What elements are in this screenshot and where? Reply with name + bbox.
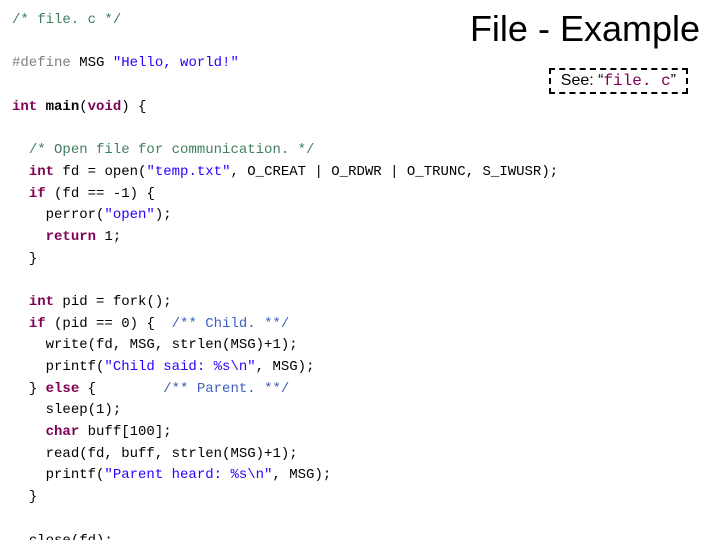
else-post: { <box>79 381 163 397</box>
kw-if-pid: if <box>29 316 46 332</box>
slide: File - Example See: “file. c” /* file. c… <box>0 0 720 540</box>
sleep-call: sleep(1); <box>46 402 122 418</box>
code-block: /* file. c */ #define MSG "Hello, world!… <box>12 10 558 540</box>
kw-int-pid: int <box>29 294 54 310</box>
comment-open-file: /* Open file for communication. */ <box>29 142 315 158</box>
kw-if-fd: if <box>29 186 46 202</box>
see-filename: file. c <box>603 72 670 90</box>
pid-check: (pid == 0) { <box>46 316 172 332</box>
define-directive: #define <box>12 55 79 71</box>
read-call: read(fd, buff, strlen(MSG)+1); <box>46 446 298 462</box>
fn-main: main <box>46 99 80 115</box>
str-open: "open" <box>104 207 154 223</box>
comment-file-header: /* file. c */ <box>12 12 121 28</box>
printf-parent-pre: printf( <box>46 467 105 483</box>
str-child-said: "Child said: %s\n" <box>104 359 255 375</box>
write-call: write(fd, MSG, strlen(MSG)+1); <box>46 337 298 353</box>
close-call: close(fd); <box>29 533 113 540</box>
fd-check: (fd == -1) { <box>46 186 155 202</box>
printf-child-pre: printf( <box>46 359 105 375</box>
return-1-val: 1; <box>96 229 121 245</box>
printf-child-post: , MSG); <box>256 359 315 375</box>
printf-parent-post: , MSG); <box>272 467 331 483</box>
else-pre: } <box>29 381 46 397</box>
kw-int-main: int <box>12 99 37 115</box>
brace-close-2: } <box>29 489 37 505</box>
see-reference-box: See: “file. c” <box>549 68 688 94</box>
perror-pre: perror( <box>46 207 105 223</box>
define-macro-value: "Hello, world!" <box>113 55 239 71</box>
str-parent-heard: "Parent heard: %s\n" <box>104 467 272 483</box>
perror-post: ); <box>155 207 172 223</box>
fd-decl: fd = open( <box>54 164 146 180</box>
open-flags: , O_CREAT | O_RDWR | O_TRUNC, S_IWUSR); <box>230 164 558 180</box>
see-rquote: ” <box>671 72 676 89</box>
kw-else: else <box>46 381 80 397</box>
buff-decl: buff[100]; <box>79 424 171 440</box>
pid-decl: pid = fork(); <box>54 294 172 310</box>
kw-int-fd: int <box>29 164 54 180</box>
doc-parent: /** Parent. **/ <box>163 381 289 397</box>
doc-child: /** Child. **/ <box>172 316 290 332</box>
define-macro-name: MSG <box>79 55 113 71</box>
kw-char: char <box>46 424 80 440</box>
brace-close-1: } <box>29 251 37 267</box>
kw-return-1: return <box>46 229 96 245</box>
see-prefix: See: <box>561 72 598 89</box>
str-temp-txt: "temp.txt" <box>146 164 230 180</box>
kw-void: void <box>88 99 122 115</box>
